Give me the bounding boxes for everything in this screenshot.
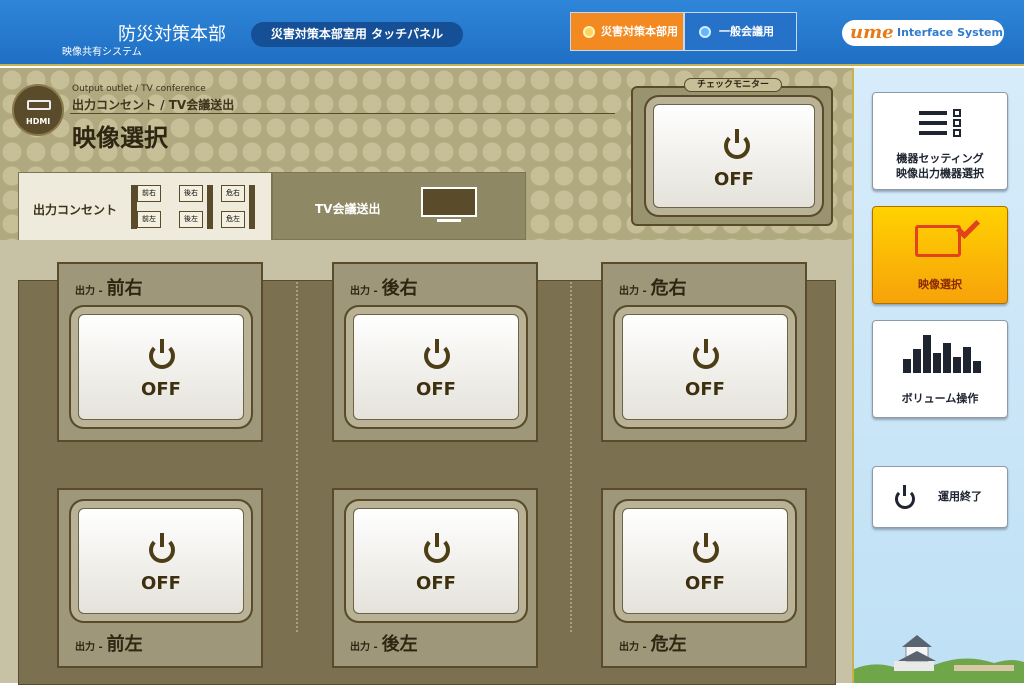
- sidebar-item-shutdown[interactable]: 運用終了: [872, 466, 1008, 528]
- output-name: 危左: [650, 634, 687, 655]
- output-name: 前左: [106, 634, 143, 655]
- mode-disaster-button[interactable]: 災害対策本部用: [570, 12, 684, 51]
- output-name: 危右: [650, 278, 687, 299]
- check-monitor-state: OFF: [714, 169, 754, 190]
- section-title-en: Output outlet / TV conference: [72, 84, 206, 94]
- power-icon: [149, 533, 175, 563]
- mini-label: 後左: [179, 211, 203, 228]
- tab-output-outlet-label: 出力コンセント: [33, 203, 118, 217]
- page-title: 映像選択: [72, 124, 168, 152]
- sidebar-item-label: 運用終了: [938, 490, 982, 503]
- post-icon: [207, 185, 213, 229]
- sidebar-item-label: 機器セッティング: [896, 152, 984, 165]
- sidebar-item-volume[interactable]: ボリューム操作: [872, 320, 1008, 418]
- title-divider: [70, 113, 615, 114]
- sidebar-item-label: 映像選択: [918, 278, 962, 291]
- sidebar-item-video-select[interactable]: 映像選択: [872, 206, 1008, 304]
- mode-general-button[interactable]: 一般会議用: [684, 12, 797, 51]
- mode-disaster-label: 災害対策本部用: [601, 25, 678, 38]
- output-rear-right-button[interactable]: OFF: [353, 314, 519, 420]
- output-slot-danger-right: 出力 - 危右 OFF: [601, 262, 807, 442]
- tab-tv-conference[interactable]: TV会議送出: [272, 172, 526, 240]
- tab-output-outlet[interactable]: 出力コンセント 前右 後右 危右 前左 後左 危左: [18, 172, 272, 240]
- section-title-jp: 出力コンセント / TV会議送出: [72, 98, 235, 112]
- main-panel: HDMI Output outlet / TV conference 出力コンセ…: [0, 68, 852, 685]
- output-state: OFF: [685, 573, 725, 594]
- radio-off-icon: [699, 26, 711, 38]
- output-state: OFF: [416, 573, 456, 594]
- logo-text: Interface System: [897, 26, 1003, 39]
- sidebar-item-device-setting[interactable]: 機器セッティング 映像出力機器選択: [872, 92, 1008, 190]
- output-prefix: 出力 -: [75, 642, 103, 653]
- check-monitor-label: チェックモニター: [684, 78, 782, 92]
- castle-illustration: [854, 635, 1024, 683]
- power-icon: [693, 533, 719, 563]
- tv-screen-shape: [421, 187, 477, 217]
- output-slot-front-left: 出力 - 前左 OFF: [57, 488, 263, 668]
- power-icon: [149, 339, 175, 369]
- output-prefix: 出力 -: [619, 642, 647, 653]
- mini-label: 前右: [137, 185, 161, 202]
- output-state: OFF: [141, 573, 181, 594]
- app-subtitle: 映像共有システム: [62, 47, 142, 58]
- output-prefix: 出力 -: [75, 286, 103, 297]
- output-rear-left-button[interactable]: OFF: [353, 508, 519, 614]
- power-icon: [693, 339, 719, 369]
- output-prefix: 出力 -: [350, 642, 378, 653]
- output-danger-left-button[interactable]: OFF: [622, 508, 788, 614]
- output-prefix: 出力 -: [619, 286, 647, 297]
- app-header: 防災対策本部 映像共有システム 災害対策本部室用 タッチパネル 災害対策本部用 …: [0, 0, 1024, 66]
- sidebar-item-label: ボリューム操作: [901, 392, 979, 405]
- monitor-icon: [915, 225, 961, 257]
- output-prefix: 出力 -: [350, 286, 378, 297]
- output-danger-right-button[interactable]: OFF: [622, 314, 788, 420]
- hdmi-port-shape: [27, 100, 51, 110]
- hdmi-label: HDMI: [26, 117, 51, 126]
- output-name: 前右: [106, 278, 143, 299]
- post-icon: [249, 185, 255, 229]
- output-state: OFF: [685, 379, 725, 400]
- mini-label: 後右: [179, 185, 203, 202]
- check-monitor-frame: OFF: [631, 86, 833, 226]
- radio-on-icon: [583, 26, 595, 38]
- output-slot-front-right: 出力 - 前右 OFF: [57, 262, 263, 442]
- power-icon: [424, 533, 450, 563]
- sidebar-item-label: 映像出力機器選択: [896, 167, 984, 180]
- divider: [570, 282, 572, 632]
- mini-label: 危左: [221, 211, 245, 228]
- output-slot-rear-right: 出力 - 後右 OFF: [332, 262, 538, 442]
- tv-conference-icon: [421, 187, 477, 225]
- output-name: 後右: [381, 278, 418, 299]
- panel-label: 災害対策本部室用 タッチパネル: [251, 22, 463, 47]
- sidebar: 機器セッティング 映像出力機器選択 映像選択 ボリューム操作 運用終了: [852, 68, 1024, 683]
- output-state: OFF: [141, 379, 181, 400]
- equalizer-icon: [903, 335, 981, 373]
- tv-stand-shape: [437, 219, 461, 222]
- power-icon: [724, 129, 750, 159]
- output-front-right-button[interactable]: OFF: [78, 314, 244, 420]
- mode-general-label: 一般会議用: [719, 25, 774, 38]
- tab-tv-conference-label: TV会議送出: [315, 202, 381, 216]
- output-name: 後左: [381, 634, 418, 655]
- output-state: OFF: [416, 379, 456, 400]
- mini-label: 前左: [137, 211, 161, 228]
- logo-mark-icon: ume: [850, 22, 894, 43]
- hdmi-icon: HDMI: [12, 84, 64, 136]
- mini-label: 危右: [221, 185, 245, 202]
- divider: [296, 282, 298, 632]
- check-monitor-button[interactable]: OFF: [653, 104, 815, 208]
- company-logo: ume Interface System: [842, 20, 1004, 46]
- output-front-left-button[interactable]: OFF: [78, 508, 244, 614]
- output-slot-rear-left: 出力 - 後左 OFF: [332, 488, 538, 668]
- power-icon: [424, 339, 450, 369]
- output-slot-danger-left: 出力 - 危左 OFF: [601, 488, 807, 668]
